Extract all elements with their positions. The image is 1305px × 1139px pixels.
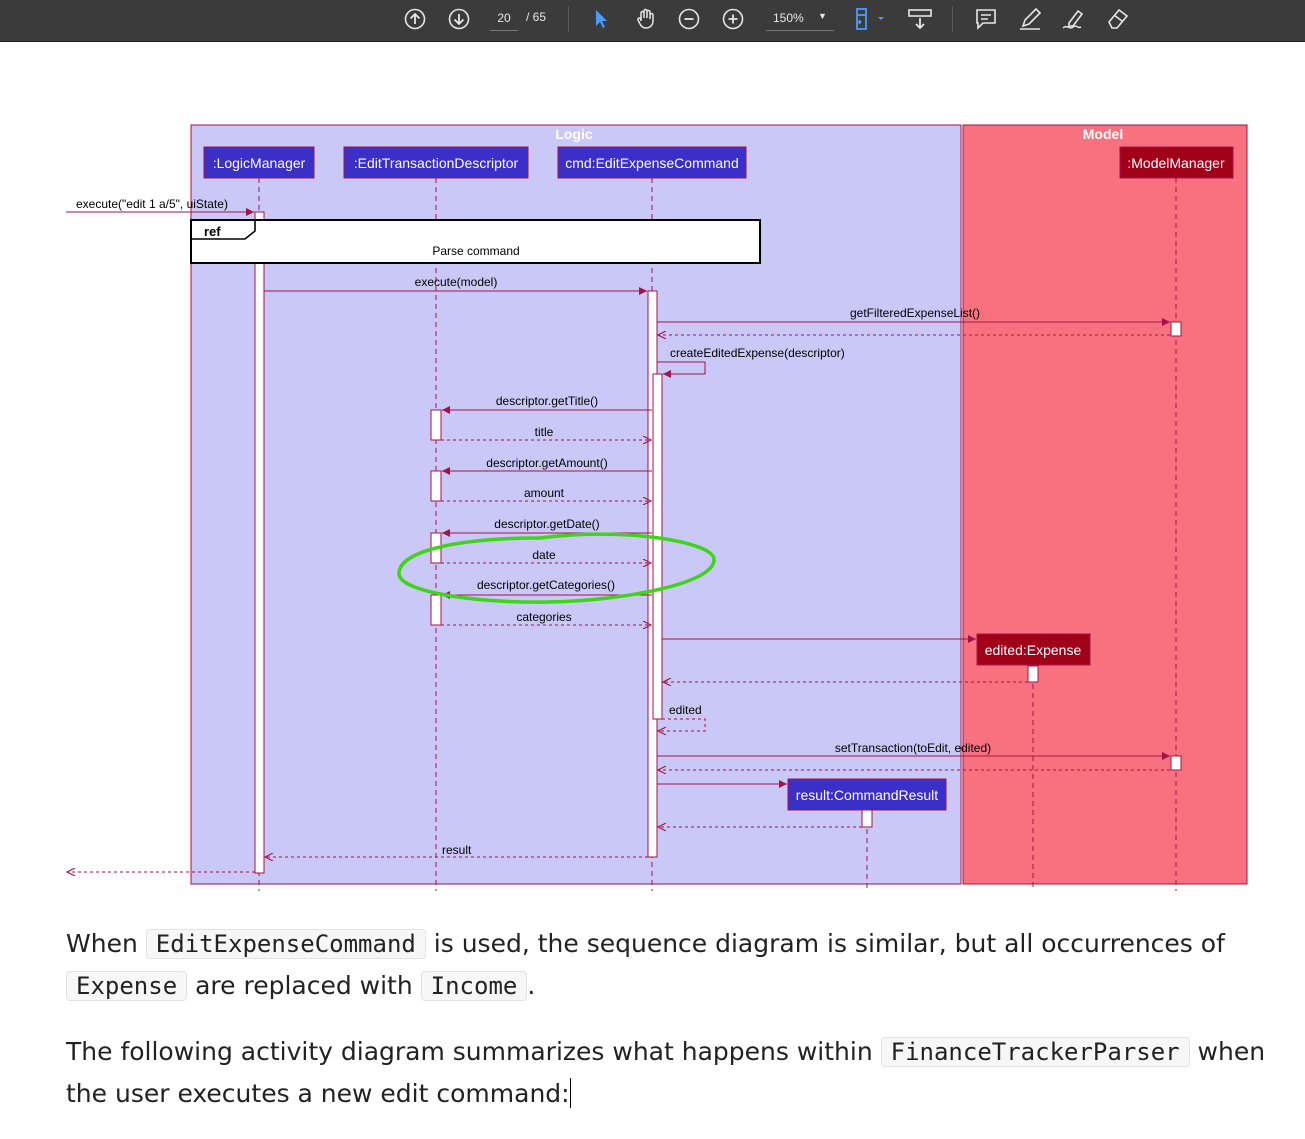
ref-fragment: ref Parse command (190, 219, 761, 264)
msg-create-edited-label: createEditedExpense(descriptor) (670, 346, 845, 360)
toolbar-divider (952, 6, 953, 32)
zoom-select[interactable]: 150% ▼ (766, 6, 834, 31)
page-number-input[interactable] (490, 6, 518, 31)
draw-icon[interactable] (1060, 4, 1088, 34)
participant-descriptor: :EditTransactionDescriptor (343, 146, 529, 179)
activation-model-manager-2 (1170, 755, 1182, 771)
msg-amount-label: amount (524, 486, 565, 500)
highlight-icon[interactable] (1016, 4, 1044, 34)
ref-label: Parse command (432, 244, 519, 258)
svg-text::ModelManager: :ModelManager (1127, 155, 1225, 171)
msg-get-categories-label: descriptor.getCategories() (477, 578, 615, 592)
code-edit-expense-command: EditExpenseCommand (145, 929, 426, 959)
pointer-icon[interactable] (588, 4, 614, 34)
p1-text-2: is used, the sequence diagram is similar… (425, 929, 1225, 958)
activation-logic-manager (254, 211, 265, 874)
toolbar-divider (568, 6, 569, 32)
msg-get-date-label: descriptor.getDate() (494, 517, 599, 531)
msg-set-transaction-label: setTransaction(toEdit, edited) (835, 741, 991, 755)
code-expense: Expense (66, 971, 188, 1001)
logic-frame-label: Logic (555, 126, 593, 142)
chevron-down-icon: ▼ (818, 11, 827, 21)
activation-descriptor-title (430, 409, 442, 441)
zoom-in-icon[interactable] (720, 4, 746, 34)
svg-text::EditTransactionDescriptor: :EditTransactionDescriptor (354, 155, 519, 171)
p1-text-4: . (527, 971, 536, 1000)
zoom-out-icon[interactable] (676, 4, 702, 34)
participant-command: cmd:EditExpenseCommand (557, 146, 747, 179)
activation-descriptor-amount (430, 470, 442, 502)
p2-text-1: The following activity diagram summarize… (66, 1037, 881, 1066)
participant-command-result: result:CommandResult (787, 778, 947, 811)
ref-tag: ref (204, 224, 221, 239)
sequence-diagram: Logic Model :LogicManager :EditTransacti… (66, 124, 1248, 891)
svg-text:result:CommandResult: result:CommandResult (796, 787, 938, 803)
comment-icon[interactable] (972, 4, 1000, 34)
fit-width-icon[interactable] (852, 4, 888, 34)
participant-model-manager: :ModelManager (1119, 146, 1234, 179)
code-finance-tracker-parser: FinanceTrackerParser (880, 1037, 1190, 1067)
svg-text::LogicManager: :LogicManager (213, 155, 306, 171)
participant-logic-manager: :LogicManager (203, 146, 315, 179)
activation-command-result (861, 809, 873, 828)
code-income: Income (420, 971, 528, 1001)
body-paragraph-2: The following activity diagram summarize… (66, 1031, 1266, 1114)
body-paragraph-1: When EditExpenseCommand is used, the seq… (66, 923, 1266, 1007)
scroll-mode-icon[interactable] (906, 4, 934, 34)
msg-edited-label: edited (669, 703, 702, 717)
hand-icon[interactable] (632, 4, 660, 34)
svg-text:cmd:EditExpenseCommand: cmd:EditExpenseCommand (565, 155, 739, 171)
msg-title-label: title (535, 425, 554, 439)
p1-text-3: are replaced with (187, 971, 421, 1000)
text-cursor (569, 1078, 571, 1108)
page-total: / 65 (526, 10, 547, 24)
activation-edited-expense (1027, 665, 1039, 683)
p1-text-1: When (66, 929, 146, 958)
arrow-up-circle-icon[interactable] (402, 4, 428, 34)
model-frame-label: Model (1083, 126, 1123, 142)
zoom-value: 150% (773, 11, 804, 25)
arrow-down-circle-icon[interactable] (446, 4, 472, 34)
pdf-toolbar: / 65 150% ▼ (0, 0, 1305, 42)
participant-edited-expense: edited:Expense (976, 633, 1091, 666)
svg-text:edited:Expense: edited:Expense (985, 642, 1082, 658)
msg-date-label: date (532, 548, 556, 562)
msg-execute-in-label: execute("edit 1 a/5", uiState) (76, 197, 228, 211)
activation-model-manager-1 (1170, 321, 1182, 337)
msg-get-title-label: descriptor.getTitle() (496, 394, 598, 408)
msg-get-amount-label: descriptor.getAmount() (486, 456, 607, 470)
activation-descriptor-categories (430, 594, 442, 626)
msg-get-filtered-label: getFilteredExpenseList() (850, 306, 980, 320)
msg-categories-label: categories (516, 610, 571, 624)
msg-execute-model-label: execute(model) (415, 275, 498, 289)
msg-result-label: result (442, 843, 472, 857)
erase-icon[interactable] (1104, 4, 1132, 34)
activation-command-nested (652, 373, 663, 720)
